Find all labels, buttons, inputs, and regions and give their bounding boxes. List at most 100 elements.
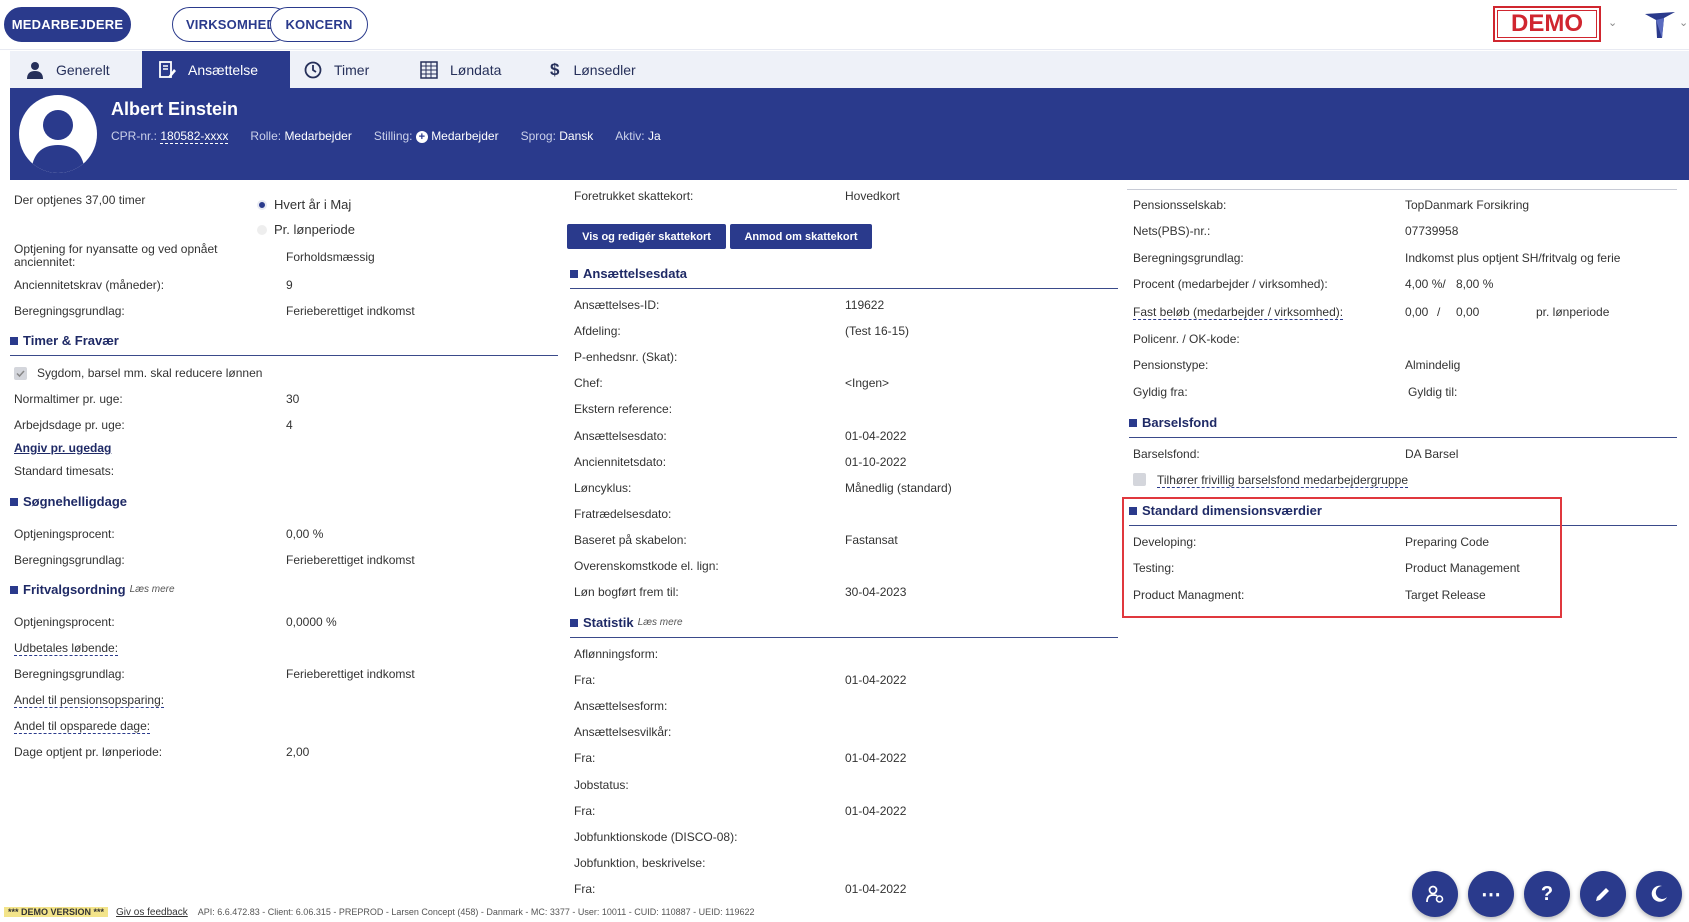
tab-bar: Generelt Ansættelse Timer Løndata $ Løns… (10, 51, 1689, 88)
sh-basis-label: Beregningsgrundlag: (14, 553, 125, 567)
employment-row-value: Fastansat (845, 532, 898, 547)
statistics-row-label: Fra: (574, 751, 596, 766)
employment-row-value: (Test 16-15) (845, 324, 910, 339)
section-title-employment: Ansættelsesdata (570, 266, 687, 281)
cpr-value[interactable]: 180582-xxxx (160, 129, 229, 144)
chevron-down-icon[interactable]: ⌄ (1679, 16, 1688, 29)
more-button[interactable]: ⋯ (1468, 871, 1514, 917)
help-icon: ? (1540, 882, 1554, 905)
highlight-box (1122, 497, 1562, 618)
employment-row-label: Løncyklus: (574, 480, 632, 495)
employment-row-value: 01-04-2022 (845, 428, 907, 443)
document-edit-icon (159, 60, 176, 78)
fv-paid-label[interactable]: Udbetales løbende: (14, 641, 119, 656)
dollar-icon: $ (550, 59, 560, 79)
edit-button[interactable] (1580, 871, 1626, 917)
employee-info: CPR-nr.: 180582-xxxx Rolle: Medarbejder … (111, 129, 661, 144)
nets-label: Nets(PBS)-nr.: (1133, 224, 1211, 238)
section-divider (570, 637, 1118, 638)
fixed-amount-label[interactable]: Fast beløb (medarbejder / virksomhed): (1133, 305, 1344, 320)
voluntary-fund-label[interactable]: Tilhører frivillig barselsfond medarbejd… (1157, 473, 1408, 488)
statistics-row-label: Ansættelsesvilkår: (574, 725, 672, 740)
barselsfond-label: Barselsfond: (1133, 447, 1200, 461)
pension-company-label: Pensionsselskab: (1133, 198, 1227, 212)
cpr-label: CPR-nr.: (111, 129, 158, 143)
dark-mode-button[interactable] (1636, 871, 1682, 917)
read-more-link[interactable]: Læs mere (130, 584, 175, 595)
top-bar: MEDARBEJDERE VIRKSOMHED KONCERN DEMO ⌄ ⌄ (0, 0, 1689, 50)
nets-value: 07739958 (1405, 224, 1459, 238)
taxcard-label: Foretrukket skattekort: (574, 189, 694, 203)
seniority-value: 9 (286, 278, 293, 292)
person-settings-button[interactable] (1412, 871, 1458, 917)
newhire-value: Forholdsmæssig (286, 250, 375, 264)
pension-pct-company: 8,00 % (1456, 277, 1494, 291)
employment-row-value: 30-04-2023 (845, 585, 907, 600)
statistics-row-label: Fra: (574, 881, 596, 896)
employment-row-value: Månedlig (standard) (845, 480, 952, 495)
fv-pension-label[interactable]: Andel til pensionsopsparing: (14, 693, 165, 708)
version-info: API: 6.6.472.83 - Client: 6.06.315 - PRE… (197, 907, 755, 917)
request-taxcard-button[interactable]: Anmod om skattekort (730, 224, 872, 249)
radio-per-period-label: Pr. lønperiode (274, 222, 355, 237)
chevron-down-icon[interactable]: ⌄ (1608, 16, 1617, 29)
dark-mode-icon (1651, 885, 1667, 902)
statistics-row-label: Fra: (574, 803, 596, 818)
section-divider (10, 355, 558, 356)
tab-label: Timer (334, 61, 370, 78)
employment-row-label: Løn bogført frem til: (574, 585, 679, 600)
feedback-link[interactable]: Giv os feedback (116, 907, 188, 918)
statistics-row-label: Jobstatus: (574, 777, 629, 792)
section-divider (1127, 189, 1677, 190)
pension-pct-employee: 4,00 %/ (1405, 277, 1446, 291)
section-title-timer: Timer & Fravær (10, 333, 119, 348)
clock-icon (304, 61, 322, 78)
demo-badge[interactable]: DEMO (1493, 6, 1601, 42)
sick-reduce-checkbox[interactable] (14, 367, 27, 380)
read-more-link[interactable]: Læs mere (638, 617, 683, 628)
radio-yearly[interactable] (257, 200, 267, 210)
avatar[interactable] (19, 95, 97, 173)
avatar-placeholder-icon (31, 110, 85, 173)
demo-version-badge: *** DEMO VERSION *** (4, 907, 109, 917)
radio-per-period[interactable] (257, 225, 267, 235)
tab-label: Ansættelse (188, 61, 259, 78)
statistics-row-label: Jobfunktionskode (DISCO-08): (574, 829, 738, 844)
tab-timer[interactable]: Timer (304, 51, 414, 88)
per-weekday-link[interactable]: Angiv pr. ugedag (14, 441, 111, 455)
fv-days-label: Dage optjent pr. lønperiode: (14, 745, 163, 759)
employment-row-label: Chef: (574, 376, 603, 391)
koncern-button[interactable]: KONCERN (270, 7, 368, 42)
fv-saved-days-label[interactable]: Andel til opsparede dage: (14, 719, 151, 734)
help-button[interactable]: ? (1524, 871, 1570, 917)
employment-row-value: 119622 (845, 298, 885, 312)
app-logo-icon[interactable] (1642, 8, 1678, 42)
employment-row-value: <Ingen> (845, 376, 890, 391)
fixed-amount-separator: / (1437, 305, 1441, 319)
view-edit-taxcard-button[interactable]: Vis og redigér skattekort (567, 224, 726, 249)
tab-ansaettelse[interactable]: Ansættelse (142, 51, 290, 88)
statistics-row-label: Aflønningsform: (574, 647, 659, 661)
statistics-row-label: Fra: (574, 673, 596, 688)
edit-icon (1596, 888, 1609, 901)
pension-type-label: Pensionstype: (1133, 358, 1209, 372)
employment-row-label: Fratrædelsesdato: (574, 506, 672, 521)
policy-label: Policenr. / OK-kode: (1133, 332, 1240, 346)
employment-row-label: Baseret på skabelon: (574, 532, 687, 547)
taxcard-value: Hovedkort (845, 189, 900, 203)
fv-days-value: 2,00 (286, 745, 310, 759)
add-circle-icon[interactable]: + (415, 131, 428, 143)
active-label: Aktiv: (615, 129, 645, 143)
section-title-barselsfond: Barselsfond (1129, 415, 1217, 430)
voluntary-fund-checkbox[interactable] (1133, 473, 1146, 486)
basis-value: Ferieberettiget indkomst (286, 304, 415, 318)
tab-lonsedler[interactable]: $ Lønsedler (550, 51, 680, 88)
pension-company-value: TopDanmark Forsikring (1405, 198, 1530, 212)
tab-londata[interactable]: Løndata (420, 51, 540, 88)
employment-row-label: Ansættelsesdato: (574, 428, 667, 443)
radio-yearly-label: Hvert år i Maj (274, 197, 352, 212)
statistics-row-value: 01-04-2022 (845, 673, 907, 688)
medarbejdere-button[interactable]: MEDARBEJDERE (4, 7, 131, 42)
tab-generelt[interactable]: Generelt (10, 51, 142, 88)
standard-rate-label: Standard timesats: (14, 464, 115, 478)
